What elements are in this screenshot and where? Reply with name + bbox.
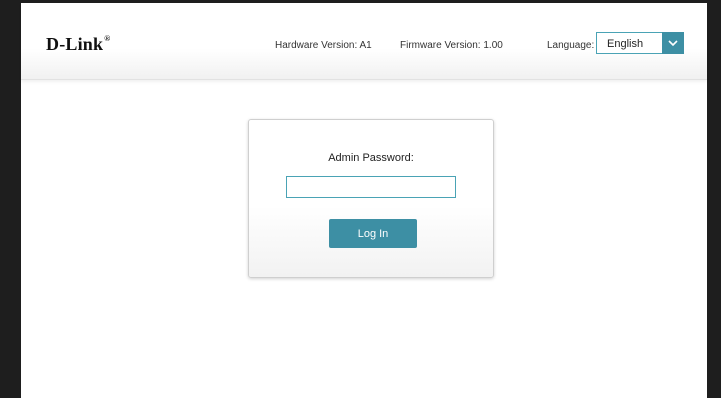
language-select[interactable]: English	[596, 32, 684, 54]
logo-registered-mark: ®	[104, 34, 111, 43]
language-label: Language:	[547, 40, 595, 51]
language-dropdown-button[interactable]	[662, 32, 684, 54]
login-panel: Admin Password: Log In	[248, 119, 494, 278]
admin-password-input[interactable]	[286, 176, 456, 198]
admin-password-label: Admin Password:	[328, 152, 414, 164]
login-button[interactable]: Log In	[329, 219, 417, 248]
browser-frame: D-Link® Hardware Version: A1 Firmware Ve…	[0, 0, 721, 398]
language-selected-value: English	[607, 38, 644, 50]
dlink-logo: D-Link®	[46, 34, 110, 55]
chevron-down-icon	[668, 39, 678, 46]
firmware-version: Firmware Version: 1.00	[400, 40, 503, 51]
logo-text: D-Link	[46, 34, 104, 54]
hardware-version: Hardware Version: A1	[275, 40, 372, 51]
top-header: D-Link® Hardware Version: A1 Firmware Ve…	[21, 3, 707, 80]
